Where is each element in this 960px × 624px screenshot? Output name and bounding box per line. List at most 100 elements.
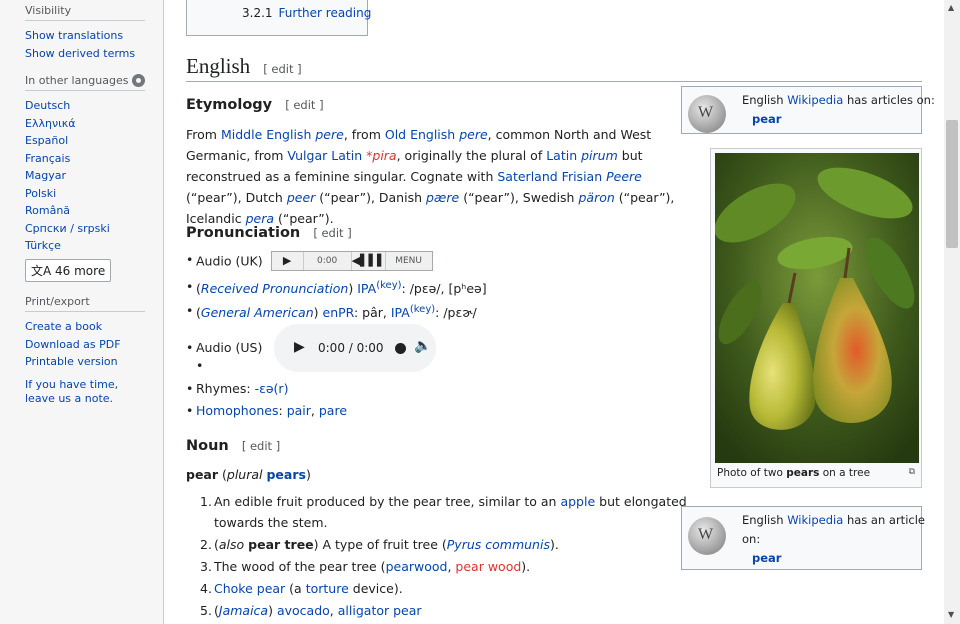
choke-pear-link[interactable]: Choke pear bbox=[214, 581, 285, 596]
pair-link[interactable]: pair bbox=[287, 403, 311, 418]
paron-link[interactable]: päron bbox=[578, 190, 614, 205]
languages-portal: In other languages Deutsch Ελληνικά Españo… bbox=[25, 74, 145, 282]
pear-wood-link[interactable]: pear wood bbox=[455, 559, 521, 574]
ga-item: (General American) enPR: pâr, IPA(key): … bbox=[186, 303, 477, 320]
language-link[interactable]: Српски / srpski bbox=[25, 222, 110, 235]
wikipedia-box-2: English Wikipedia has an article on: pea… bbox=[681, 506, 925, 570]
vulgar-latin-link[interactable]: Vulgar Latin bbox=[287, 148, 362, 163]
pyrus-communis-link[interactable]: Pyrus communis bbox=[447, 537, 550, 552]
wikipedia-logo-icon bbox=[688, 517, 726, 555]
rhymes-link[interactable]: -ɛə(r) bbox=[255, 381, 289, 396]
noun-edit-link[interactable]: [ edit ] bbox=[242, 439, 280, 453]
avocado-link[interactable]: avocado bbox=[277, 603, 330, 618]
pearwood-link[interactable]: pearwood bbox=[386, 559, 448, 574]
vertical-scrollbar[interactable]: ▲ ▼ bbox=[944, 0, 960, 624]
enpr-link[interactable]: enPR bbox=[323, 305, 354, 320]
language-link[interactable]: Polski bbox=[25, 187, 56, 200]
headword-line: pear (plural pears) bbox=[186, 467, 311, 482]
print-list: Create a book Download as PDF Printable ve… bbox=[25, 318, 145, 371]
wikipedia-link-2[interactable]: Wikipedia bbox=[787, 513, 843, 527]
main-content: 3.2.1 Further reading English [ edit ] Et… bbox=[164, 0, 944, 624]
scroll-down-icon[interactable]: ▼ bbox=[948, 610, 954, 619]
pear-photo[interactable] bbox=[715, 153, 919, 463]
torture-link[interactable]: torture bbox=[306, 581, 349, 596]
plural-link[interactable]: pears bbox=[266, 467, 305, 482]
language-link[interactable]: Türkçe bbox=[25, 239, 61, 252]
received-pronunciation-link[interactable]: Received Pronunciation bbox=[201, 281, 348, 296]
print-link[interactable]: Printable version bbox=[25, 355, 118, 368]
definition-4: 4. Choke pear (a torture device). bbox=[200, 581, 403, 596]
print-link[interactable]: Create a book bbox=[25, 320, 102, 333]
language-item: Română bbox=[25, 202, 145, 220]
table-of-contents: 3.2.1 Further reading bbox=[186, 0, 371, 36]
scroll-up-icon[interactable]: ▲ bbox=[948, 3, 954, 12]
saterland-frisian-link[interactable]: Saterland Frisian bbox=[497, 169, 602, 184]
pirum-link[interactable]: pirum bbox=[581, 148, 618, 163]
etymology-text: From Middle English pere, from Old Engli… bbox=[186, 127, 675, 226]
pere-link[interactable]: pere bbox=[315, 127, 343, 142]
play-icon[interactable]: ▶ bbox=[294, 339, 305, 355]
print-item: Printable version bbox=[25, 353, 145, 371]
noun-heading: Noun [ edit ] bbox=[186, 438, 281, 454]
etymology-edit-link[interactable]: [ edit ] bbox=[285, 98, 323, 112]
jamaica-link[interactable]: Jamaica bbox=[219, 603, 268, 618]
language-link[interactable]: Magyar bbox=[25, 169, 66, 182]
pere-old-link[interactable]: pere bbox=[459, 127, 487, 142]
visibility-header: Visibility bbox=[25, 4, 145, 21]
peer-link[interactable]: peer bbox=[287, 190, 315, 205]
print-link[interactable]: Download as PDF bbox=[25, 338, 121, 351]
show-translations-link[interactable]: Show translations bbox=[25, 29, 123, 42]
language-list: Deutsch Ελληνικά Español Français Magyar Pols… bbox=[25, 97, 145, 255]
print-portal: Print/export Create a book Download as PD… bbox=[25, 295, 145, 371]
pear-article-link-1[interactable]: pear bbox=[752, 112, 781, 126]
ipa-link[interactable]: IPA bbox=[357, 281, 376, 296]
latin-link[interactable]: Latin bbox=[546, 148, 577, 163]
play-icon[interactable]: ▶ bbox=[272, 252, 304, 270]
print-item: Download as PDF bbox=[25, 336, 145, 354]
audio-time: 0:00 / 0:00 bbox=[318, 341, 384, 355]
print-header: Print/export bbox=[25, 295, 145, 312]
wikipedia-box-1: English Wikipedia has articles on: pear bbox=[681, 86, 935, 134]
more-languages-button[interactable]: 文A 46 more bbox=[25, 258, 112, 282]
middle-english-link[interactable]: Middle English bbox=[221, 127, 311, 142]
leave-note-link[interactable]: If you have time, leave us a note. bbox=[25, 378, 118, 405]
language-link[interactable]: Español bbox=[25, 134, 68, 147]
alligator-pear-link[interactable]: alligator pear bbox=[338, 603, 422, 618]
audio-us-player: ▶ 0:00 / 0:00 🔈 bbox=[274, 324, 436, 372]
audio-uk-item: Audio (UK) ▶0:00◀▌▌▌MENU bbox=[186, 251, 433, 272]
language-link[interactable]: Română bbox=[25, 204, 70, 217]
pira-link[interactable]: *pira bbox=[366, 148, 396, 163]
pare-link[interactable]: pare bbox=[319, 403, 347, 418]
ipa-key-link-ga[interactable]: (key) bbox=[410, 304, 435, 315]
definition-1-cont: towards the stem. bbox=[214, 515, 328, 530]
language-link[interactable]: Ελληνικά bbox=[25, 117, 76, 130]
volume-icon[interactable]: ◀▌▌▌ bbox=[352, 252, 386, 270]
wikipedia-link-1[interactable]: Wikipedia bbox=[787, 93, 843, 107]
general-american-link[interactable]: General American bbox=[201, 305, 314, 320]
peere-link[interactable]: Peere bbox=[606, 169, 642, 184]
homophones-link[interactable]: Homophones bbox=[196, 403, 279, 418]
ipa-link-ga[interactable]: IPA bbox=[391, 305, 410, 320]
toc-further-reading[interactable]: Further reading bbox=[279, 6, 372, 20]
language-link[interactable]: Français bbox=[25, 152, 70, 165]
pera-link[interactable]: pera bbox=[246, 211, 274, 226]
enlarge-icon[interactable]: ⧉ bbox=[909, 467, 915, 477]
scrollbar-thumb[interactable] bbox=[946, 120, 958, 248]
old-english-link[interactable]: Old English bbox=[385, 127, 455, 142]
language-link[interactable]: Deutsch bbox=[25, 99, 70, 112]
ipa-key-link[interactable]: (key) bbox=[376, 280, 401, 291]
apple-link[interactable]: apple bbox=[560, 494, 595, 509]
toc-number: 3.2.1 bbox=[242, 6, 273, 20]
audio-us-label: Audio (US) bbox=[186, 340, 262, 355]
volume-icon[interactable]: 🔈 bbox=[414, 338, 431, 354]
pronunciation-edit-link[interactable]: [ edit ] bbox=[313, 226, 351, 240]
english-edit-link[interactable]: [ edit ] bbox=[263, 62, 301, 76]
gear-icon[interactable] bbox=[132, 74, 145, 87]
pear-article-link-2[interactable]: pear bbox=[752, 551, 781, 565]
player-menu-button[interactable]: MENU bbox=[386, 252, 432, 270]
show-derived-terms-link[interactable]: Show derived terms bbox=[25, 47, 135, 60]
language-item: Српски / srpski bbox=[25, 220, 145, 238]
empty-bullet: • bbox=[196, 358, 204, 373]
progress-dot-icon[interactable] bbox=[395, 343, 406, 354]
paere-link[interactable]: pære bbox=[426, 190, 459, 205]
